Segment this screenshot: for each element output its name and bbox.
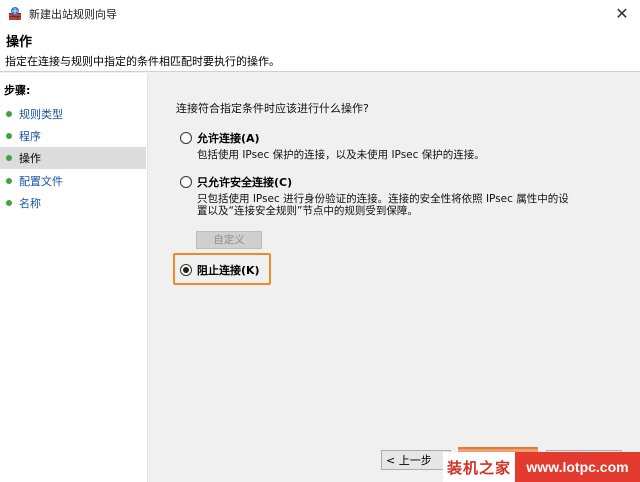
customize-button[interactable]: 自定义 [196,231,262,249]
allow-connection-label: 允许连接(A) [197,132,260,145]
sidebar-item-rule-type[interactable]: 规则类型 [0,103,146,125]
window-title: 新建出站规则向导 [29,8,117,21]
action-question: 连接符合指定条件时应该进行什么操作? [176,102,369,115]
firewall-app-icon [9,7,21,20]
step-bullet-icon [6,178,12,184]
step-bullet-icon [6,111,12,117]
wizard-header: 操作 指定在连接与规则中指定的条件相匹配时要执行的操作。 [0,28,640,72]
allow-connection-description: 包括使用 IPsec 保护的连接，以及未使用 IPsec 保护的连接。 [197,149,485,161]
block-connection-option[interactable]: 阻止连接(K) [180,262,260,278]
page-description: 指定在连接与规则中指定的条件相匹配时要执行的操作。 [5,55,280,68]
block-connection-label: 阻止连接(K) [197,264,260,277]
title-bar: 新建出站规则向导 ✕ [0,0,640,28]
sidebar-item-profile[interactable]: 配置文件 [0,170,146,192]
sidebar-item-label: 程序 [19,130,41,143]
allow-secure-label: 只允许安全连接(C) [197,176,293,189]
sidebar-item-action[interactable]: 操作 [0,147,146,169]
site-watermark: 装机之家 www.lotpc.com [443,452,640,482]
allow-secure-radio[interactable] [180,176,192,188]
sidebar-item-label: 配置文件 [19,175,63,188]
step-bullet-icon [6,200,12,206]
allow-connection-option[interactable]: 允许连接(A) [180,130,260,146]
watermark-url: www.lotpc.com [526,459,629,475]
action-panel: 连接符合指定条件时应该进行什么操作? 允许连接(A) 包括使用 IPsec 保护… [149,73,640,482]
close-icon[interactable]: ✕ [612,4,632,24]
sidebar-item-program[interactable]: 程序 [0,125,146,147]
steps-sidebar: 步骤: 规则类型 程序 操作 配置文件 名称 [0,73,148,482]
sidebar-item-name[interactable]: 名称 [0,192,146,214]
watermark-logo-text: 装机之家 [443,452,515,482]
allow-secure-option[interactable]: 只允许安全连接(C) [180,174,292,190]
block-connection-radio[interactable] [180,264,192,276]
step-bullet-icon [6,133,12,139]
step-bullet-icon [6,155,12,161]
sidebar-item-label: 规则类型 [19,108,63,121]
back-button[interactable]: < 上一步 [381,450,451,470]
sidebar-item-label: 操作 [19,152,41,165]
sidebar-item-label: 名称 [19,197,41,210]
allow-secure-description-line2: 置以及“连接安全规则”节点中的规则受到保障。 [197,205,418,217]
allow-connection-radio[interactable] [180,132,192,144]
steps-title: 步骤: [4,84,31,97]
page-title: 操作 [6,35,33,50]
